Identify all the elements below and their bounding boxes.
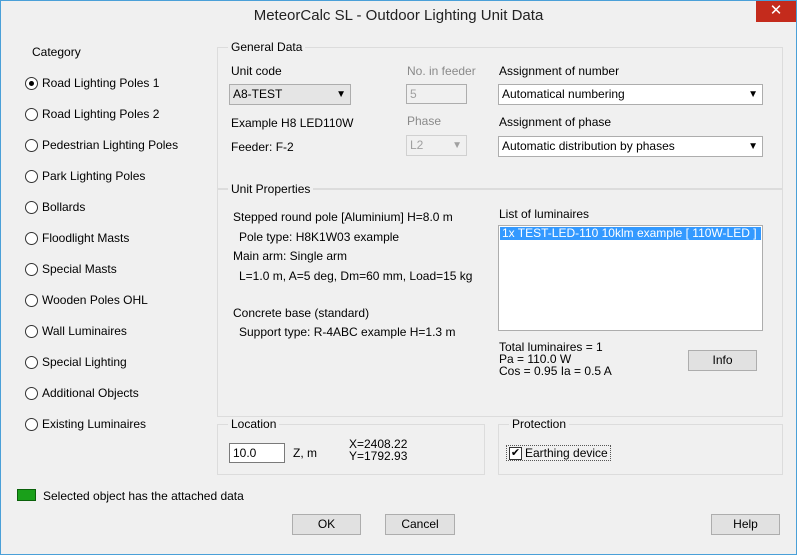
category-radio-label: Additional Objects [42,386,139,400]
category-radio[interactable]: Special Masts [25,262,117,276]
radio-button-icon[interactable] [25,293,38,307]
category-radio-label: Floodlight Masts [42,231,130,245]
radio-button-icon[interactable] [25,355,38,369]
unit-code-label: Unit code [231,64,282,78]
no-in-feeder-field[interactable]: 5 [406,84,467,104]
radio-button-icon[interactable] [25,324,38,338]
assign-number-value: Automatical numbering [502,87,625,101]
category-radio-label: Road Lighting Poles 1 [42,76,160,90]
totals-block: Total luminaires = 1 Pa = 110.0 W Cos = … [499,341,612,377]
category-radio[interactable]: Road Lighting Poles 2 [25,107,159,121]
luminaires-listbox[interactable]: 1x TEST-LED-110 10klm example [ 110W-LED… [498,225,763,331]
chevron-down-icon: ▼ [748,89,758,100]
unit-properties-title: Unit Properties [228,182,314,196]
unit-code-value: A8-TEST [233,87,283,101]
chevron-down-icon: ▼ [336,89,346,100]
chevron-down-icon: ▼ [452,140,462,151]
radio-button-icon[interactable] [25,262,38,276]
radio-button-icon[interactable] [25,386,38,400]
close-icon[interactable]: ✕ [770,2,783,19]
pole-type: Pole type: H8K1W03 example [239,230,400,244]
category-radio-label: Wooden Poles OHL [42,293,148,307]
legend-text: Selected object has the attached data [43,489,244,503]
assign-phase-select[interactable]: Automatic distribution by phases ▼ [498,136,763,157]
category-label: Category [32,45,81,59]
phase-select[interactable]: L2 ▼ [406,135,467,156]
support-type: Support type: R-4ABC example H=1.3 m [239,325,456,339]
assign-number-label: Assignment of number [499,64,620,78]
assign-phase-value: Automatic distribution by phases [502,139,675,153]
radio-button-icon[interactable] [25,76,38,90]
base-description: Concrete base (standard) [233,306,370,320]
category-radio-label: Bollards [42,200,86,214]
arm-details: L=1.0 m, A=5 deg, Dm=60 mm, Load=15 kg [239,269,473,283]
category-radio-label: Road Lighting Poles 2 [42,107,160,121]
dialog-body: Category Road Lighting Poles 1 Road Light… [1,32,796,554]
category-radio-label: Park Lighting Poles [42,169,146,183]
category-radio[interactable]: Wooden Poles OHL [25,293,148,307]
phase-value: L2 [410,138,424,152]
protection-title: Protection [509,417,570,431]
chevron-down-icon: ▼ [748,141,758,152]
z-unit-label: Z, m [293,446,317,460]
dialog-window: MeteorCalc SL - Outdoor Lighting Unit Da… [0,0,797,555]
attached-data-swatch [17,489,36,501]
radio-button-icon[interactable] [25,417,38,431]
window-title: MeteorCalc SL - Outdoor Lighting Unit Da… [253,7,544,24]
radio-button-icon[interactable] [25,107,38,121]
no-in-feeder-label: No. in feeder [407,64,476,78]
category-radio-label: Special Lighting [42,355,127,369]
category-radio[interactable]: Existing Luminaires [25,417,146,431]
cancel-button[interactable]: Cancel [385,514,455,535]
pole-description: Stepped round pole [Aluminium] H=8.0 m [233,210,453,224]
radio-button-icon[interactable] [25,138,38,152]
location-title: Location [228,417,280,431]
category-radio-label: Pedestrian Lighting Poles [42,138,179,152]
category-radio[interactable]: Bollards [25,200,85,214]
category-radio-label: Existing Luminaires [42,417,147,431]
category-radio[interactable]: Additional Objects [25,386,139,400]
category-radio[interactable]: Special Lighting [25,355,127,369]
assign-number-select[interactable]: Automatical numbering ▼ [498,84,763,105]
info-button[interactable]: Info [688,350,757,371]
radio-button-icon[interactable] [25,169,38,183]
coordinates: X=2408.22 Y=1792.93 [349,438,407,462]
close-button[interactable]: ✕ [756,1,796,22]
general-data-title: General Data [228,40,306,54]
earthing-checkbox[interactable]: ✔ Earthing device [506,445,611,461]
cos-current: Cos = 0.95 Ia = 0.5 A [499,364,612,378]
help-button[interactable]: Help [711,514,780,535]
main-arm: Main arm: Single arm [233,249,348,263]
category-radio[interactable]: Floodlight Masts [25,231,129,245]
category-radio[interactable]: Road Lighting Poles 1 [25,76,159,90]
example-text: Example H8 LED110W [231,116,354,130]
list-item[interactable]: 1x TEST-LED-110 10klm example [ 110W-LED… [500,227,761,240]
category-radio[interactable]: Park Lighting Poles [25,169,145,183]
unit-code-select[interactable]: A8-TEST ▼ [229,84,351,105]
luminaires-list-label: List of luminaires [499,207,590,221]
radio-button-icon[interactable] [25,231,38,245]
assign-phase-label: Assignment of phase [499,115,612,129]
y-coordinate: Y=1792.93 [349,449,408,463]
earthing-label: Earthing device [525,446,608,460]
ok-button[interactable]: OK [292,514,361,535]
phase-label: Phase [407,114,442,128]
radio-button-icon[interactable] [25,200,38,214]
z-input[interactable]: 10.0 [229,443,285,463]
title-bar: MeteorCalc SL - Outdoor Lighting Unit Da… [1,1,796,32]
category-radio[interactable]: Pedestrian Lighting Poles [25,138,178,152]
feeder-text: Feeder: F-2 [231,140,294,154]
category-radio-label: Special Masts [42,262,117,276]
category-radio-label: Wall Luminaires [42,324,127,338]
check-icon[interactable]: ✔ [509,446,522,460]
category-radio[interactable]: Wall Luminaires [25,324,127,338]
